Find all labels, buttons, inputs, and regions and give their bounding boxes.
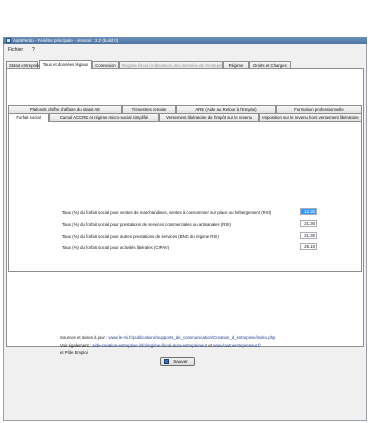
subtab-imposition-hors-versement[interactable]: Imposition sur le revenu hors versement … <box>259 113 362 121</box>
window-title: AutoPerdu - Fenêtre principale - Version… <box>13 38 119 43</box>
subtab-formation-professionnelle[interactable]: Formation professionnelle <box>276 105 362 113</box>
subtab-forfait-social[interactable]: Forfait social <box>8 113 49 122</box>
tab-taux-donnees-legaux[interactable]: Taux et données légaux <box>39 60 92 69</box>
title-bar: AutoPerdu - Fenêtre principale - Version… <box>3 37 367 44</box>
floppy-disk-icon <box>164 359 169 364</box>
save-button-label: Sauver <box>173 359 188 364</box>
menu-fichier[interactable]: Fichier <box>8 47 23 53</box>
see-also-line: Voir également : aide-creation-entrepris… <box>60 343 261 348</box>
rate-label-prestations-commerciales: Taux (%) du forfait social pour prestati… <box>62 222 231 227</box>
rate-label-ventes: Taux (%) du forfait social pour ventes d… <box>62 210 272 215</box>
subtab-are[interactable]: ARE (Aide au Retour à l'Emploi) <box>176 105 276 113</box>
and-text: et <box>208 343 212 348</box>
app-icon <box>6 38 11 43</box>
menu-bar: Fichier ? <box>4 44 366 54</box>
sources-prefix: Sources et mises à jour : <box>60 335 108 340</box>
subtab-cumul-accre[interactable]: Cumul ACCRE et régime micro-social simpl… <box>49 113 159 121</box>
rate-input-ventes[interactable]: 12.30 <box>300 208 317 215</box>
menu-help[interactable]: ? <box>32 47 35 53</box>
subtab-versement-liberatoire[interactable]: Versement libératoire de l'impôt sur le … <box>159 113 259 121</box>
see-also-prefix: Voir également : <box>60 343 92 348</box>
rate-label-autres-prestations: Taux (%) du forfait social pour autres p… <box>62 234 219 239</box>
link-lautoentrepreneur[interactable]: www.lautoentrepreneur.fr <box>213 343 261 348</box>
rate-input-activites-liberales[interactable]: 26.10 <box>300 243 317 250</box>
rate-label-activites-liberales: Taux (%) du forfait social pour activité… <box>62 245 170 250</box>
subtab-trimestres-retraite[interactable]: Trimestres retraite <box>122 105 176 113</box>
rate-input-prestations-commerciales[interactable]: 21.30 <box>300 220 317 227</box>
pole-emploi-text: et Pôle Emploi <box>60 350 88 355</box>
link-le-rsi[interactable]: www.le-rsi.fr/publications/supports_de_c… <box>109 335 276 340</box>
link-aide-creation[interactable]: aide-creation-entreprise.info/regime-fis… <box>92 343 207 348</box>
sources-line: Sources et mises à jour : www.le-rsi.fr/… <box>60 335 275 340</box>
subtab-plafonds-ca[interactable]: Plafonds chiffre d'affaire du statut AE <box>8 105 122 113</box>
rate-input-autres-prestations[interactable]: 21.30 <box>300 232 317 239</box>
save-button[interactable]: Sauver <box>160 357 195 366</box>
